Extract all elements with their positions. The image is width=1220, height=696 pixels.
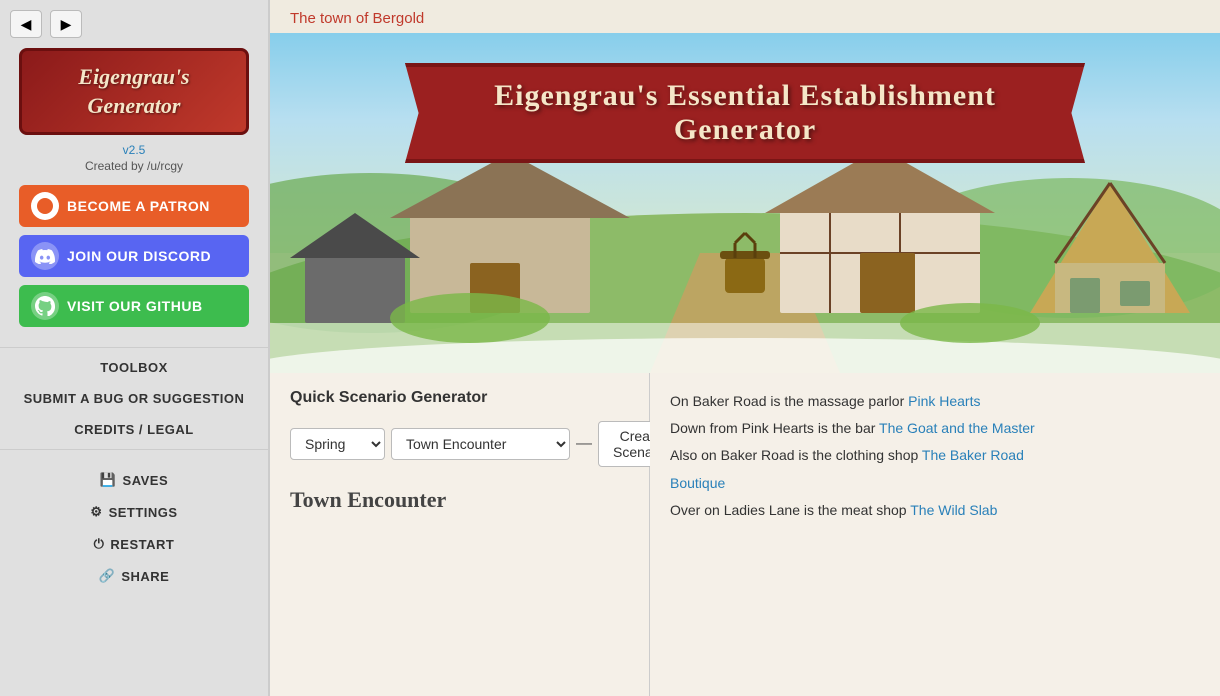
patreon-icon [31,192,59,220]
info-line-1: On Baker Road is the massage parlor Pink… [670,389,1200,414]
boutique-link[interactable]: Boutique [670,475,725,491]
github-icon [31,292,59,320]
town-label: The town of Bergold [270,0,1220,33]
banner-overlay: Eigengrau's Essential Establishment Gene… [405,63,1085,163]
scenario-panel: Quick Scenario Generator Spring Summer A… [270,373,650,696]
town-encounter-label: Town Encounter [290,487,629,513]
info-line-1-prefix: On Baker Road is the massage parlor [670,393,908,409]
created-by-text: Created by /u/rcgy [85,159,183,173]
patreon-button[interactable]: BECOME A PATRON [19,185,249,227]
settings-icon: ⚙ [90,504,102,520]
share-button[interactable]: 🔗 SHARE [0,560,268,592]
restart-icon: ⏻ [94,536,105,552]
info-line-3: Also on Baker Road is the clothing shop … [670,443,1200,468]
restart-label: RESTART [110,537,174,552]
wild-slab-link[interactable]: The Wild Slab [910,502,997,518]
sidebar-bottom: 💾 SAVES ⚙ SETTINGS ⏻ RESTART 🔗 SHARE [0,464,268,592]
goat-master-link[interactable]: The Goat and the Master [879,420,1035,436]
info-line-3-prefix: Also on Baker Road is the clothing shop [670,447,922,463]
season-select[interactable]: Spring Summer Autumn Winter [290,428,385,460]
bug-link[interactable]: SUBMIT A BUG OR SUGGESTION [0,383,268,414]
hero-area: Eigengrau's Essential Establishment Gene… [270,33,1220,373]
github-label: VISIT OUR GITHUB [67,298,203,314]
patreon-label: BECOME A PATRON [67,198,210,214]
share-label: SHARE [121,569,169,584]
logo-text: Eigengrau's Generator [32,63,236,120]
scenario-controls: Spring Summer Autumn Winter Town Encount… [290,421,629,467]
discord-button[interactable]: JOIN OUR DISCORD [19,235,249,277]
bottom-panel: Quick Scenario Generator Spring Summer A… [270,373,1220,696]
saves-button[interactable]: 💾 SAVES [0,464,268,496]
version-text: v2.5 [123,143,146,157]
info-line-2: Down from Pink Hearts is the bar The Goa… [670,416,1200,441]
logo-box: Eigengrau's Generator [19,48,249,135]
share-icon: 🔗 [99,568,116,584]
sidebar-divider-1 [0,347,268,348]
saves-icon: 💾 [100,472,117,488]
version-link[interactable]: v2.5 [123,143,146,157]
pink-hearts-link[interactable]: Pink Hearts [908,393,980,409]
info-panel: On Baker Road is the massage parlor Pink… [650,373,1220,696]
banner-title: Eigengrau's Essential Establishment Gene… [445,79,1045,147]
nav-arrows: ◀ ▶ [10,10,82,38]
sidebar-divider-2 [0,449,268,450]
toolbox-link[interactable]: TOOLBOX [0,352,268,383]
restart-button[interactable]: ⏻ RESTART [0,528,268,560]
patreon-icon-inner [37,198,53,214]
discord-label: JOIN OUR DISCORD [67,248,211,264]
info-line-5-prefix: Over on Ladies Lane is the meat shop [670,502,910,518]
nav-back-button[interactable]: ◀ [10,10,42,38]
saves-label: SAVES [123,473,169,488]
settings-button[interactable]: ⚙ SETTINGS [0,496,268,528]
credits-link[interactable]: CREDITS / LEGAL [0,414,268,445]
baker-road-boutique-link[interactable]: The Baker Road [922,447,1024,463]
dash: — [576,435,592,453]
github-button[interactable]: VISIT OUR GITHUB [19,285,249,327]
encounter-select[interactable]: Town Encounter Dungeon Encounter Wildern… [391,428,570,460]
main-content: The town of Bergold [270,0,1220,696]
discord-icon [31,242,59,270]
info-line-4: Boutique [670,471,1200,496]
sidebar: ◀ ▶ Eigengrau's Generator v2.5 Created b… [0,0,270,696]
info-line-5: Over on Ladies Lane is the meat shop The… [670,498,1200,523]
info-line-2-prefix: Down from Pink Hearts is the bar [670,420,879,436]
nav-forward-button[interactable]: ▶ [50,10,82,38]
scenario-title: Quick Scenario Generator [290,389,629,407]
settings-label: SETTINGS [109,505,178,520]
